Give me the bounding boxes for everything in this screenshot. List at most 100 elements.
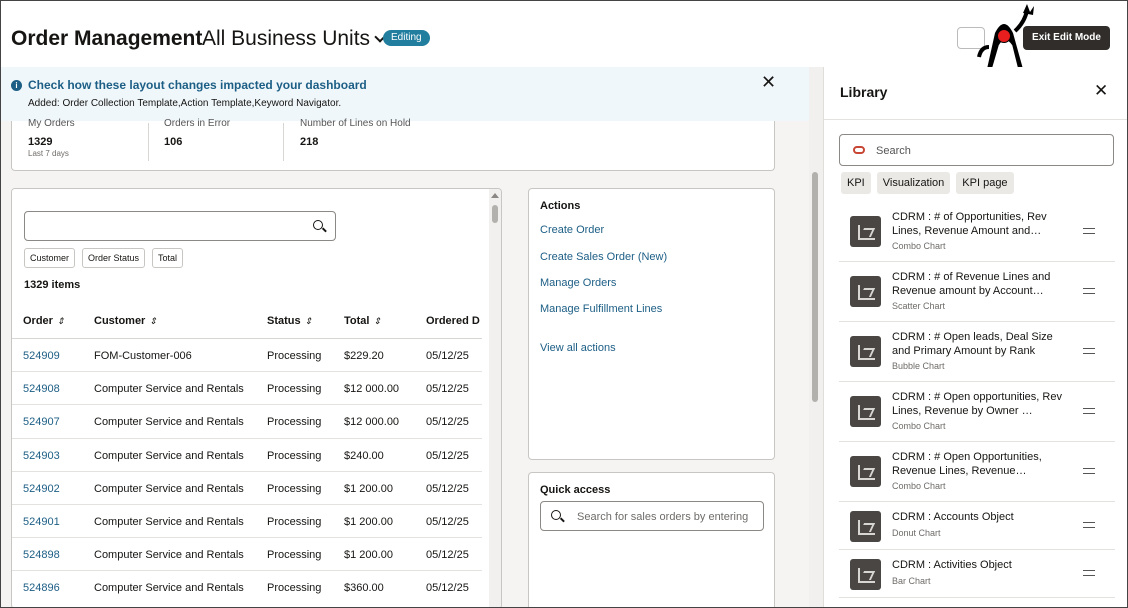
table-row[interactable]: 524902 Computer Service and Rentals Proces…: [12, 472, 482, 505]
library-item-type: Combo Chart: [892, 241, 946, 251]
orders-scrollbar[interactable]: [489, 189, 501, 607]
status-cell: Processing: [267, 582, 322, 595]
drag-handle-icon[interactable]: [1083, 468, 1095, 474]
library-item[interactable]: CDRM : # Open leads, Deal Size and Prima…: [839, 322, 1115, 382]
quick-access-title: Quick access: [540, 484, 611, 496]
order-number-link[interactable]: 524909: [23, 350, 60, 362]
order-number-link[interactable]: 524908: [23, 383, 60, 395]
library-item[interactable]: CDRM : # Open Opportunities, Revenue Lin…: [839, 442, 1115, 502]
page-title: Order Management: [11, 27, 203, 50]
kpi-value: 106: [164, 136, 183, 148]
action-link-create-order[interactable]: Create Order: [540, 224, 604, 236]
library-search-input[interactable]: Search: [839, 134, 1114, 166]
library-item-name: CDRM : Accounts Object: [892, 511, 1014, 523]
customer-cell: Computer Service and Rentals: [94, 549, 244, 562]
filter-chip-order-status[interactable]: Order Status: [82, 248, 146, 268]
search-icon[interactable]: [313, 220, 323, 230]
library-chip-kpi-page[interactable]: KPI page: [956, 172, 1014, 194]
status-cell: Processing: [267, 449, 322, 462]
scroll-thumb[interactable]: [812, 172, 818, 402]
library-item[interactable]: CDRM : Accounts Object Donut Chart: [839, 502, 1115, 550]
order-number-link[interactable]: 524902: [23, 483, 60, 495]
order-number-link[interactable]: 524898: [23, 549, 60, 561]
scroll-thumb[interactable]: [492, 205, 498, 223]
column-header-order[interactable]: Order ⇕: [23, 315, 65, 327]
library-item[interactable]: CDRM : Activities Object Bar Chart: [839, 550, 1115, 598]
table-row[interactable]: 524903 Computer Service and Rentals Proces…: [12, 439, 482, 472]
table-row[interactable]: 524908 Computer Service and Rentals Proces…: [12, 372, 482, 406]
view-all-actions-link[interactable]: View all actions: [540, 342, 616, 354]
exit-edit-mode-button[interactable]: Exit Edit Mode: [1023, 26, 1110, 50]
library-chip-kpi[interactable]: KPI: [841, 172, 871, 194]
drag-handle-icon[interactable]: [1083, 228, 1095, 234]
drag-handle-icon[interactable]: [1083, 570, 1095, 576]
filter-chip-customer[interactable]: Customer: [24, 248, 76, 268]
ordered-date-cell: 05/12/25: [426, 449, 469, 462]
sort-icon[interactable]: ⇕: [305, 316, 313, 327]
table-row[interactable]: 524896 Computer Service and Rentals Proces…: [12, 571, 482, 600]
column-header-ordered-date[interactable]: Ordered D: [426, 315, 480, 327]
kpi-my-orders[interactable]: My Orders 1329 Last 7 days: [28, 118, 75, 165]
close-icon[interactable]: ✕: [1094, 81, 1108, 101]
library-item[interactable]: CDRM : # Open opportunities, Rev Lines, …: [839, 382, 1115, 442]
ordered-date-cell: 05/12/25: [426, 549, 469, 562]
table-row[interactable]: 524907 Computer Service and Rentals Proces…: [12, 405, 482, 439]
total-cell: $229.20: [344, 350, 384, 362]
business-unit-selector[interactable]: All Business Units: [202, 27, 386, 51]
kpi-value: 218: [300, 136, 319, 148]
status-cell: Processing: [267, 416, 322, 429]
library-title: Library: [840, 84, 888, 100]
status-cell: Processing: [267, 350, 322, 362]
divider: [148, 123, 149, 161]
kpi-lines-on-hold[interactable]: Number of Lines on Hold 218: [300, 118, 411, 165]
column-header-total[interactable]: Total ⇕: [344, 315, 381, 327]
sort-icon[interactable]: ⇕: [149, 316, 157, 327]
customer-cell: Computer Service and Rentals: [94, 482, 244, 495]
library-item-name: CDRM : # Open Opportunities, Revenue Lin…: [892, 451, 1042, 477]
order-number-link[interactable]: 524907: [23, 416, 60, 428]
action-link-manage-fulfillment-lines[interactable]: Manage Fulfillment Lines: [540, 303, 662, 315]
table-row[interactable]: 524901 Computer Service and Rentals Proces…: [12, 505, 482, 539]
column-header-status[interactable]: Status ⇕: [267, 315, 312, 327]
column-header-customer[interactable]: Customer ⇕: [94, 315, 157, 327]
banner-title-link[interactable]: Check how these layout changes impacted …: [28, 78, 367, 92]
quick-access-search-input[interactable]: Search for sales orders by entering: [540, 501, 764, 531]
drag-handle-icon[interactable]: [1083, 522, 1095, 528]
order-number-link[interactable]: 524901: [23, 516, 60, 528]
ordered-date-cell: 05/12/25: [426, 515, 469, 528]
drag-handle-icon[interactable]: [1083, 348, 1095, 354]
kpi-label: My Orders: [28, 118, 75, 129]
close-icon[interactable]: ✕: [761, 72, 776, 93]
sort-icon[interactable]: ⇕: [373, 316, 381, 327]
library-item-name: CDRM : # of Opportunities, Rev Lines, Re…: [892, 211, 1047, 237]
total-cell: $12 000.00: [344, 383, 400, 396]
ordered-date-cell: 05/12/25: [426, 383, 469, 396]
sort-icon[interactable]: ⇕: [57, 316, 65, 327]
customer-cell: Computer Service and Rentals: [94, 582, 244, 595]
library-item[interactable]: CDRM : # of Revenue Lines and Revenue am…: [839, 262, 1115, 322]
drag-handle-icon[interactable]: [1083, 408, 1095, 414]
library-item-type: Combo Chart: [892, 421, 946, 431]
filter-chip-total[interactable]: Total: [152, 248, 184, 268]
library-item[interactable]: CDRM : # of Opportunities, Rev Lines, Re…: [839, 202, 1115, 262]
orders-card: Customer Order Status Total 1329 items O…: [11, 188, 502, 607]
drag-handle-icon[interactable]: [1083, 288, 1095, 294]
order-number-link[interactable]: 524896: [23, 582, 60, 594]
order-number-link[interactable]: 524903: [23, 450, 60, 462]
library-search-placeholder: Search: [876, 145, 911, 157]
main-scrollbar[interactable]: [809, 67, 823, 607]
kpi-orders-in-error[interactable]: Orders in Error 106: [164, 118, 230, 165]
table-row[interactable]: 524909 FOM-Customer-006 Processing $229.20 0…: [12, 339, 482, 373]
business-unit-label: All Business Units: [202, 27, 371, 50]
scroll-up-icon[interactable]: [491, 193, 499, 198]
ordered-date-cell: 05/12/25: [426, 582, 469, 595]
library-item-type: Combo Chart: [892, 481, 946, 491]
table-row[interactable]: 524898 Computer Service and Rentals Proces…: [12, 538, 482, 572]
action-link-manage-orders[interactable]: Manage Orders: [540, 277, 616, 289]
customer-cell: Computer Service and Rentals: [94, 449, 244, 462]
orders-search-input[interactable]: [24, 211, 336, 241]
actions-card: Actions Create Order Create Sales Order …: [528, 188, 775, 460]
total-cell: $360.00: [344, 582, 384, 595]
library-chip-visualization[interactable]: Visualization: [876, 172, 951, 194]
action-link-create-sales-order[interactable]: Create Sales Order (New): [540, 251, 667, 263]
